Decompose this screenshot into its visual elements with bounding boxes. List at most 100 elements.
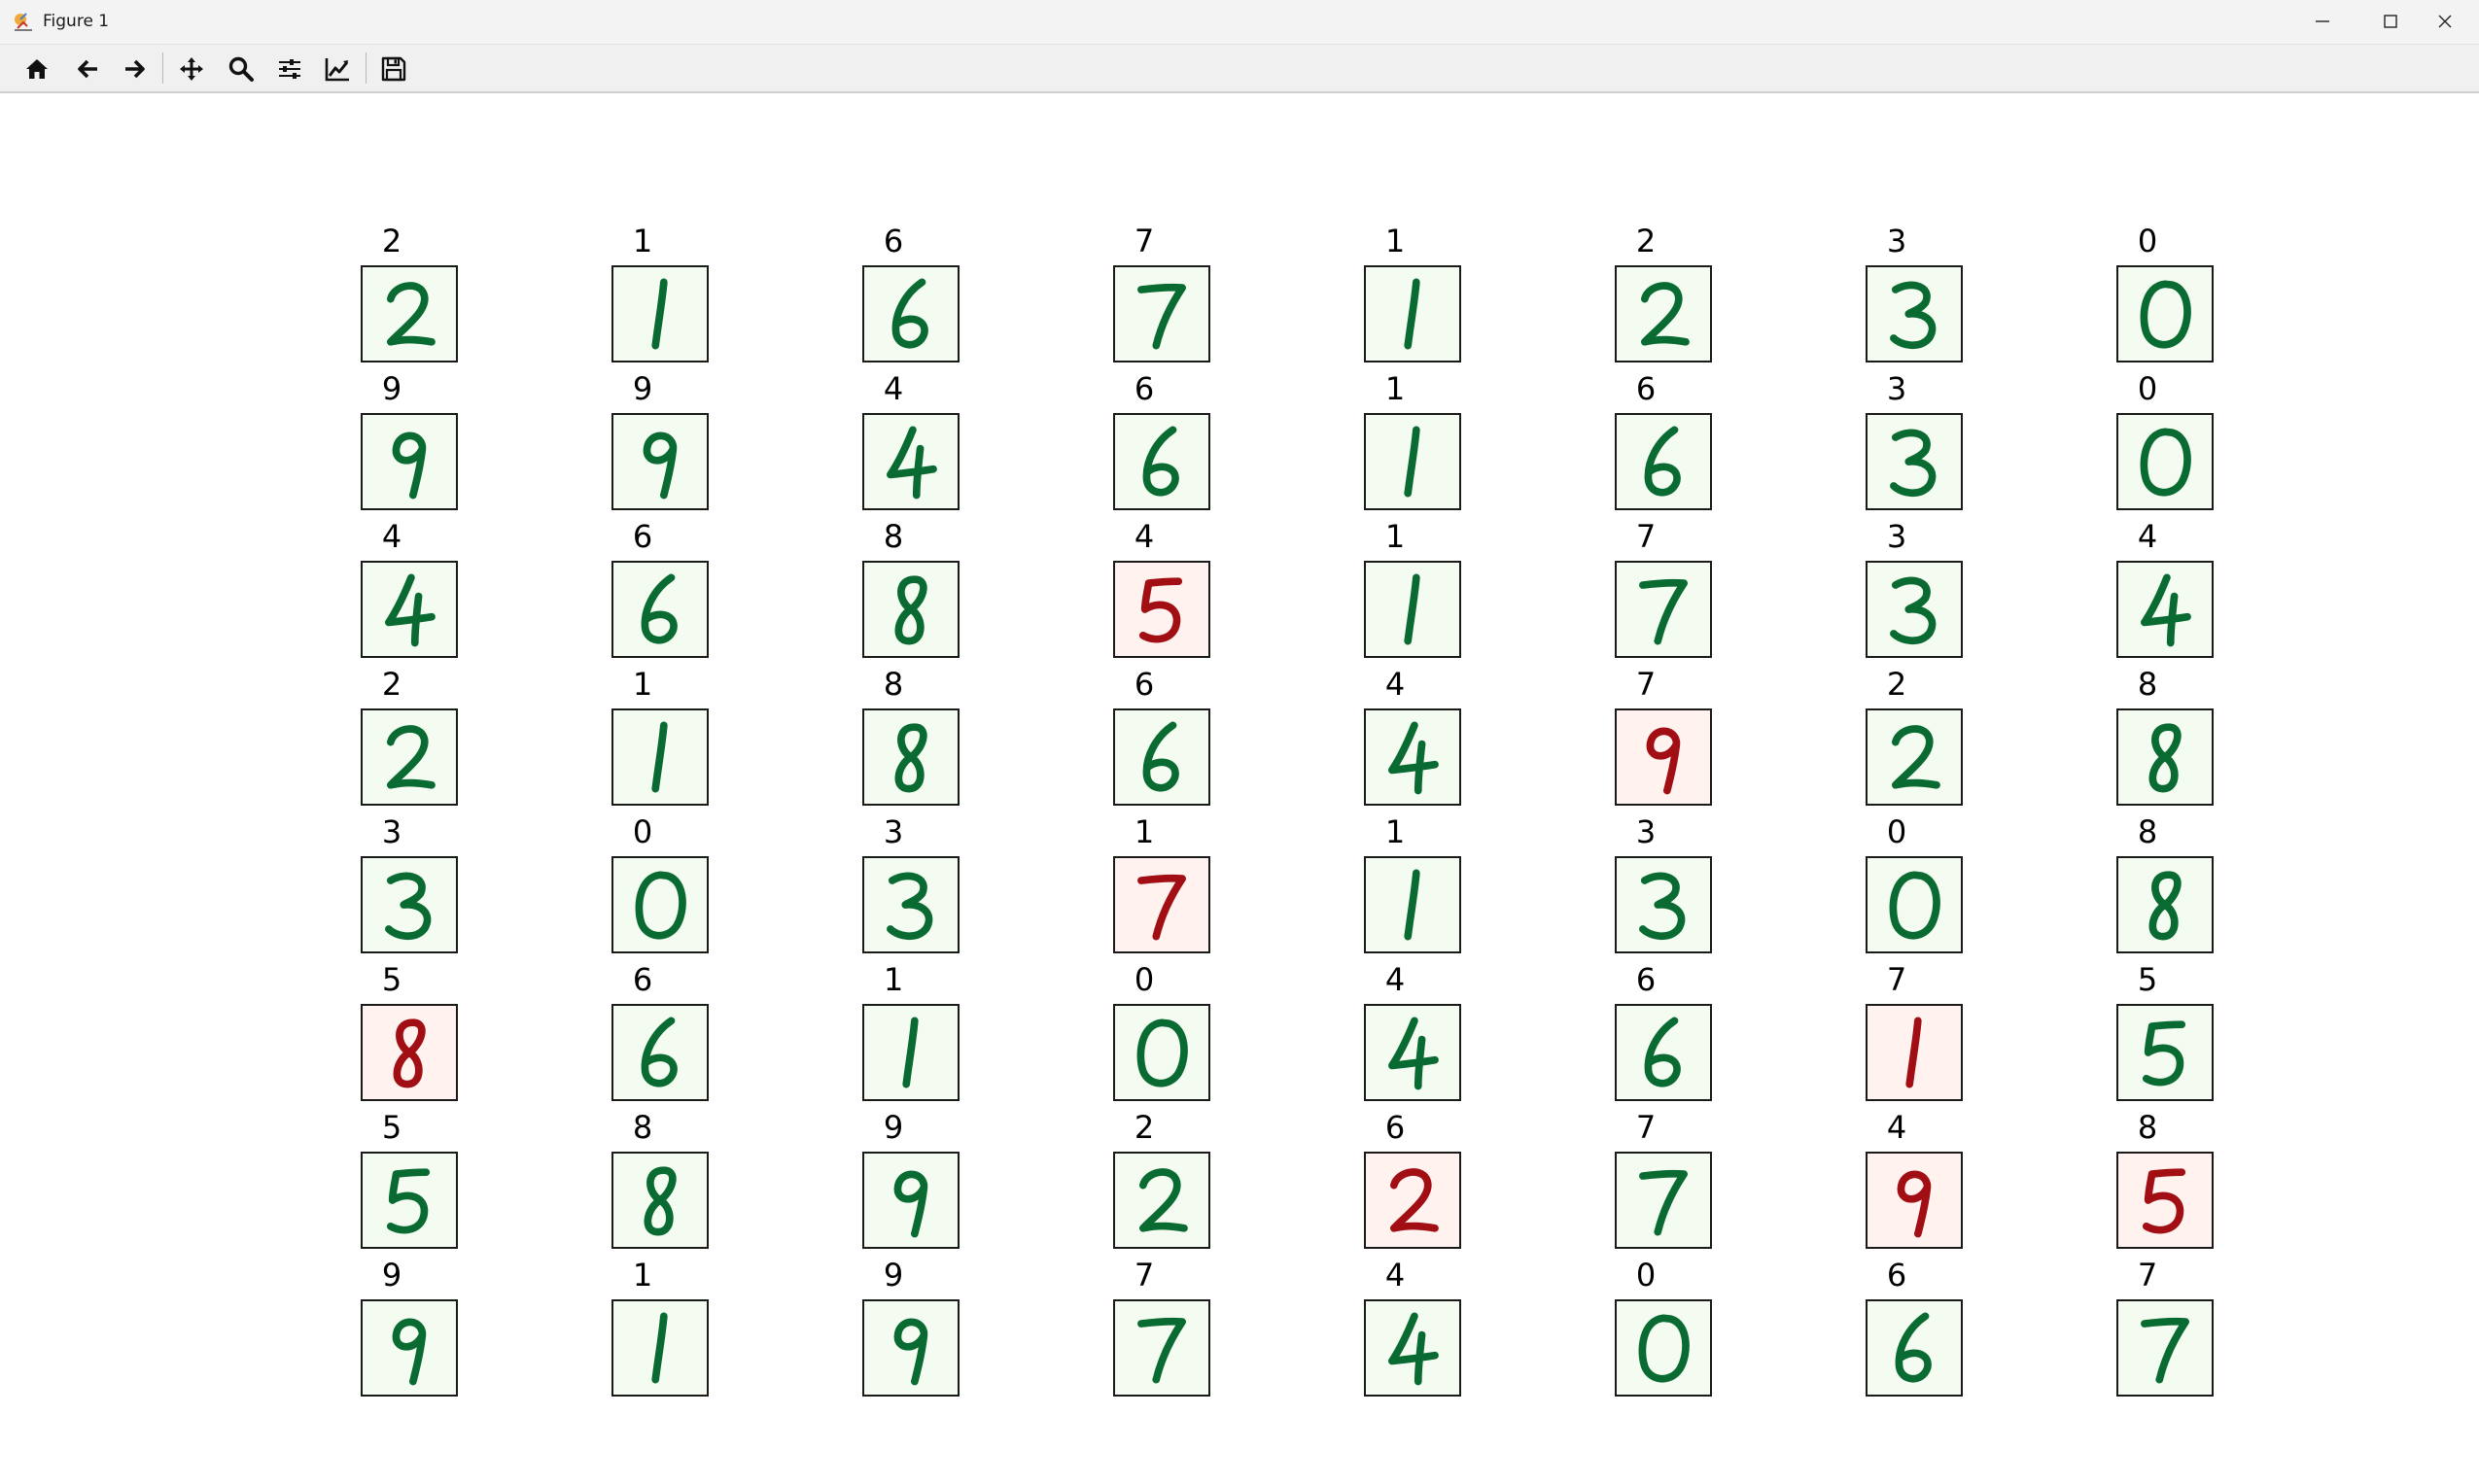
digit-image — [862, 561, 960, 658]
navigation-toolbar — [0, 45, 2479, 93]
digit-image — [1866, 1152, 1963, 1249]
digit-1-glyph — [1404, 278, 1420, 350]
digit-3-glyph — [1890, 281, 1937, 349]
subplot-title: 6 — [1635, 961, 1657, 998]
subplot-title: 8 — [883, 666, 904, 703]
subplot-title: 4 — [381, 518, 402, 555]
subplot-cell: 6 — [1520, 370, 1771, 518]
minimize-button[interactable] — [2288, 0, 2357, 44]
digit-image — [1866, 1299, 1963, 1397]
subplot-cell: 5 — [2022, 961, 2273, 1109]
subplot-title: 1 — [1134, 813, 1155, 850]
subplot-cell: 8 — [2022, 1109, 2273, 1257]
digit-image — [611, 1004, 709, 1101]
digit-6-glyph — [1142, 426, 1179, 497]
digit-7-glyph — [1137, 1317, 1186, 1384]
digit-image — [611, 413, 709, 510]
subplot-cell: 8 — [768, 666, 1019, 813]
digit-6-glyph — [641, 573, 678, 644]
subplot-title: 1 — [1384, 370, 1406, 407]
digit-7-glyph — [1137, 874, 1186, 941]
digit-1-glyph — [902, 1017, 919, 1088]
digit-2-glyph — [1640, 282, 1690, 346]
digit-image — [862, 1152, 960, 1249]
subplot-cell: 6 — [1019, 666, 1270, 813]
subplot-cell: 9 — [266, 370, 517, 518]
subplot-cell: 1 — [1270, 223, 1520, 370]
digit-image — [1364, 1004, 1461, 1101]
digit-image — [2116, 1004, 2214, 1101]
subplot-title: 2 — [1134, 1109, 1155, 1146]
subplot-cell: 7 — [1520, 518, 1771, 666]
pan-button[interactable] — [174, 52, 209, 86]
subplot-cell: 0 — [2022, 223, 2273, 370]
subplot-title: 7 — [1635, 518, 1657, 555]
subplot-cell: 1 — [1270, 518, 1520, 666]
subplot-title: 2 — [381, 223, 402, 259]
subplot-cell: 4 — [1270, 666, 1520, 813]
window-titlebar: Figure 1 — [0, 0, 2479, 45]
digit-1-glyph — [1404, 426, 1420, 498]
digit-5-glyph — [386, 1168, 431, 1234]
subplot-cell: 7 — [1019, 1257, 1270, 1404]
digit-6-glyph — [891, 278, 928, 349]
subplot-cell: 1 — [768, 961, 1019, 1109]
subplot-title: 5 — [381, 1109, 402, 1146]
subplot-title: 0 — [1134, 961, 1155, 998]
digit-9-glyph — [893, 1170, 928, 1238]
subplot-title: 7 — [1134, 223, 1155, 259]
digit-4-glyph — [887, 426, 937, 500]
digit-2-glyph — [386, 725, 436, 789]
digit-6-glyph — [1895, 1312, 1932, 1383]
digit-image — [862, 856, 960, 953]
edit-axis-button[interactable] — [320, 52, 355, 86]
subplot-title: 9 — [632, 370, 653, 407]
subplot-title: 6 — [1886, 1257, 1907, 1294]
subplot-title: 2 — [381, 666, 402, 703]
subplot-title: 1 — [632, 1257, 653, 1294]
digit-6-glyph — [641, 1017, 678, 1087]
digit-5-glyph — [2142, 1168, 2186, 1234]
digit-image — [1364, 856, 1461, 953]
digit-image — [361, 1004, 458, 1101]
subplot-cell: 4 — [1019, 518, 1270, 666]
back-button[interactable] — [70, 52, 105, 86]
subplot-cell: 3 — [1771, 370, 2022, 518]
subplot-cell: 5 — [266, 961, 517, 1109]
subplot-title: 3 — [1635, 813, 1657, 850]
digit-3-glyph — [385, 872, 432, 940]
digit-image — [361, 413, 458, 510]
digit-8-glyph — [894, 723, 927, 793]
close-button[interactable] — [2411, 0, 2479, 44]
subplot-cell: 3 — [1771, 223, 2022, 370]
subplot-cell: 6 — [768, 223, 1019, 370]
save-button[interactable] — [376, 52, 411, 86]
digit-image — [1866, 413, 1963, 510]
subplot-cell: 7 — [1520, 1109, 1771, 1257]
digit-image — [1615, 561, 1712, 658]
subplot-cell: 4 — [1270, 961, 1520, 1109]
digit-image — [1866, 561, 1963, 658]
zoom-button[interactable] — [224, 52, 259, 86]
configure-subplots-button[interactable] — [272, 52, 307, 86]
digit-4-glyph — [1388, 1017, 1439, 1090]
subplot-cell: 7 — [1019, 223, 1270, 370]
digit-image — [1615, 1004, 1712, 1101]
subplot-cell: 8 — [2022, 813, 2273, 961]
digit-image — [1364, 561, 1461, 658]
subplot-cell: 4 — [1771, 1109, 2022, 1257]
subplot-title: 1 — [632, 666, 653, 703]
digit-9-glyph — [392, 431, 427, 500]
digit-3-glyph — [1890, 429, 1937, 497]
subplot-title: 7 — [1886, 961, 1907, 998]
subplot-cell: 3 — [266, 813, 517, 961]
figure-canvas[interactable]: 2 1 6 7 1 2 3 0 9 9 4 6 1 6 3 0 4 6 8 4 1 7 3 4 2 1 8 6 4 7 2 8 3 0 3 1 1 3 0 8… — [0, 93, 2479, 1484]
subplot-title: 4 — [1384, 961, 1406, 998]
subplot-cell: 0 — [1771, 813, 2022, 961]
digit-4-glyph — [385, 573, 436, 647]
subplot-cell: 9 — [517, 370, 768, 518]
forward-button[interactable] — [118, 52, 153, 86]
digit-0-glyph — [2140, 280, 2191, 349]
home-button[interactable] — [19, 52, 54, 86]
digit-image — [2116, 1299, 2214, 1397]
